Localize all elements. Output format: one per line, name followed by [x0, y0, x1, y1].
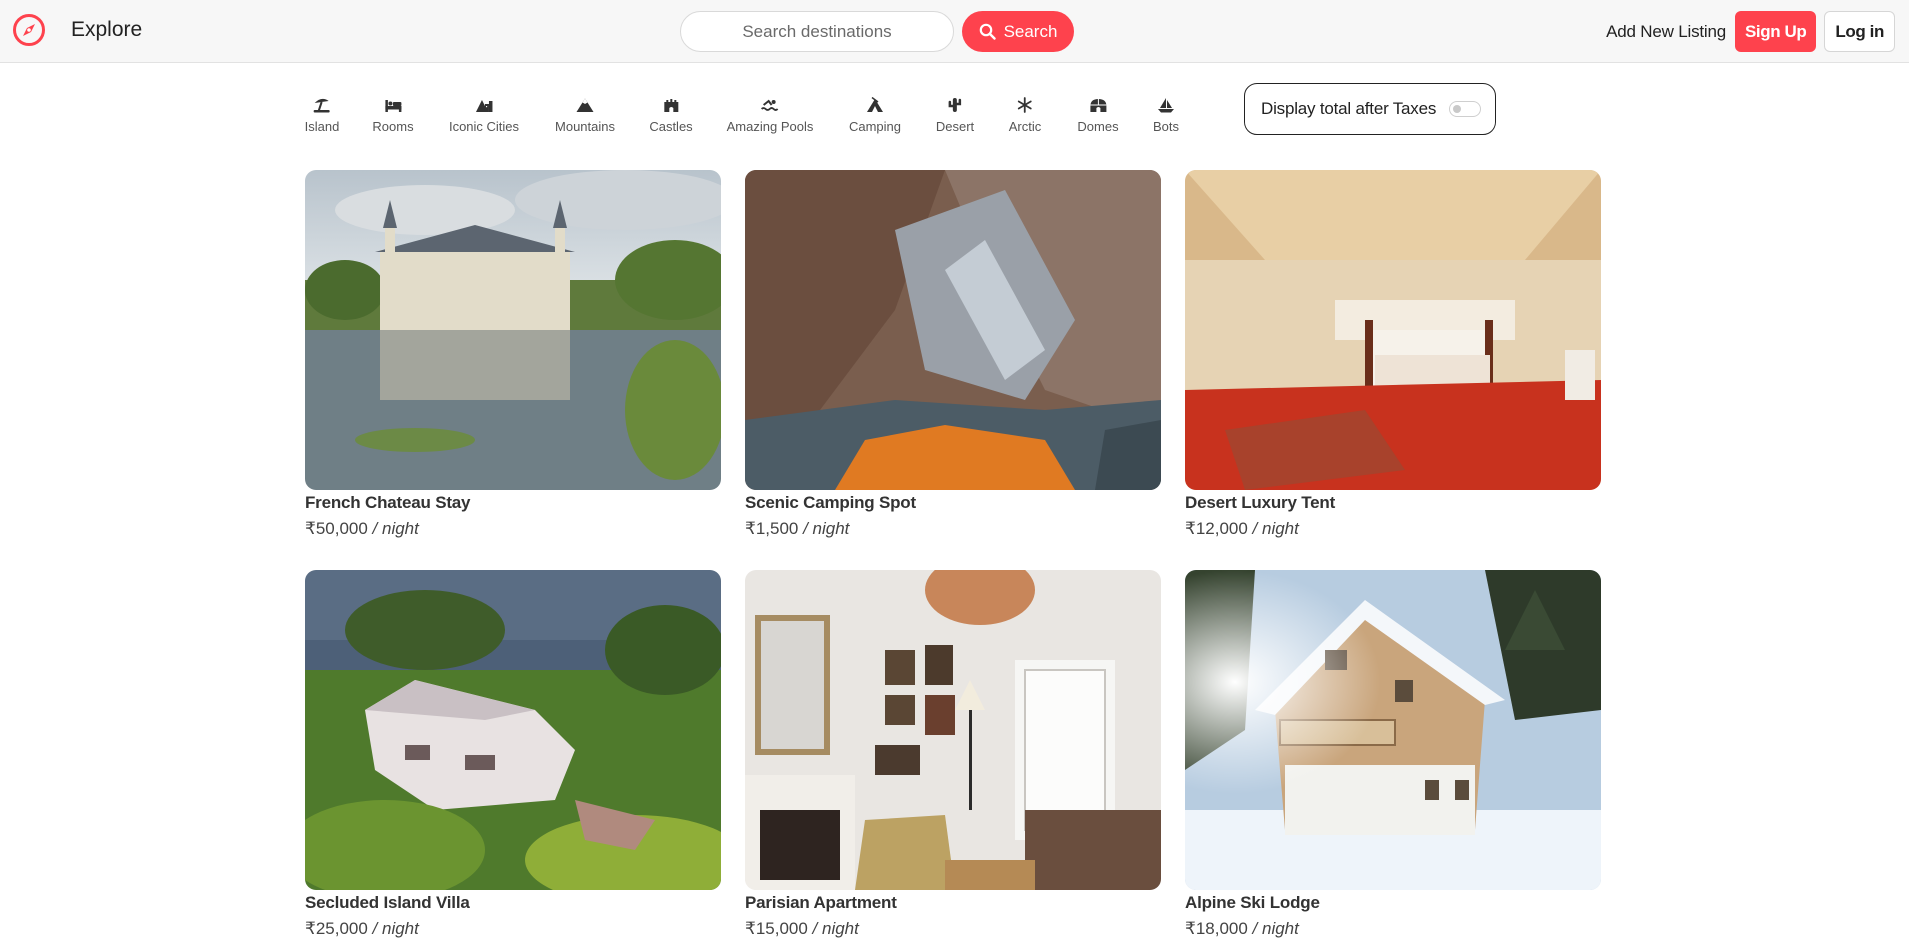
navbar: Explore Search Add New Listing Sign Up L… [0, 0, 1909, 63]
filter-label: Camping [848, 119, 902, 134]
castle-icon [663, 99, 678, 112]
filter-rooms[interactable]: Rooms [372, 97, 414, 134]
sign-up-button[interactable]: Sign Up [1734, 11, 1817, 52]
chateau-photo [305, 170, 721, 490]
price-amount: ₹1,500 [745, 519, 799, 538]
igloo-icon [1090, 99, 1106, 112]
filter-arctic[interactable]: Arctic [1008, 97, 1042, 134]
search-button-label: Search [1003, 21, 1058, 41]
filter-mountains[interactable]: Mountains [555, 97, 615, 134]
sailboat-icon [1157, 98, 1174, 113]
tent-interior-photo [1185, 170, 1601, 490]
search-button[interactable]: Search [962, 11, 1074, 52]
add-listing-link[interactable]: Add New Listing [1606, 22, 1726, 42]
listing-card[interactable]: Desert Luxury Tent ₹12,000 / night [1185, 170, 1601, 539]
tax-switch[interactable] [1449, 101, 1482, 117]
listing-title: Secluded Island Villa [305, 893, 470, 912]
price-unit: / night [1252, 919, 1299, 938]
filter-label: Mountains [555, 119, 615, 134]
filter-label: Iconic Cities [448, 119, 520, 134]
filter-camping[interactable]: Camping [849, 97, 901, 134]
filter-bots[interactable]: Bots [1153, 97, 1179, 134]
filter-label: Island [304, 119, 340, 134]
mountain-city-icon [475, 100, 493, 112]
filter-label: Castles [649, 119, 693, 134]
brand[interactable]: Explore [12, 13, 142, 47]
price-unit: / night [372, 919, 419, 938]
tax-toggle-label: Display total after Taxes [1261, 99, 1437, 118]
listing-price: ₹18,000 / night [1185, 919, 1601, 939]
filter-label: Amazing Pools [726, 119, 814, 134]
listing-card[interactable]: Parisian Apartment ₹15,000 / night [745, 570, 1161, 939]
mountain-camp-photo [745, 170, 1161, 490]
price-unit: / night [372, 519, 419, 538]
price-amount: ₹25,000 [305, 919, 368, 938]
brand-title[interactable]: Explore [71, 18, 142, 42]
price-amount: ₹50,000 [305, 519, 368, 538]
log-in-button[interactable]: Log in [1824, 11, 1895, 52]
nav-actions: Add New Listing Sign Up Log in [1606, 11, 1895, 52]
compass-icon [13, 14, 45, 46]
listing-card[interactable]: Secluded Island Villa ₹25,000 / night [305, 570, 721, 939]
filter-amazing-pools[interactable]: Amazing Pools [726, 97, 814, 134]
filter-label: Domes [1077, 119, 1119, 134]
filter-domes[interactable]: Domes [1077, 97, 1119, 134]
filter-label: Rooms [372, 119, 414, 134]
listing-title: Desert Luxury Tent [1185, 493, 1336, 512]
filter-iconic-cities[interactable]: Iconic Cities [449, 97, 519, 134]
listing-price: ₹25,000 / night [305, 919, 721, 939]
island-villa-photo [305, 570, 721, 890]
bed-icon [385, 100, 401, 112]
price-amount: ₹12,000 [1185, 519, 1248, 538]
filter-castles[interactable]: Castles [649, 97, 693, 134]
person-swimming-icon [761, 99, 779, 111]
search-icon [979, 23, 996, 40]
listing-price: ₹50,000 / night [305, 519, 721, 539]
umbrella-beach-icon [313, 98, 330, 113]
search-bar: Search [680, 11, 1074, 52]
listing-price: ₹15,000 / night [745, 919, 1161, 939]
campground-icon [867, 97, 883, 112]
apartment-interior-photo [745, 570, 1161, 890]
filter-island[interactable]: Island [304, 97, 340, 134]
filter-label: Bots [1152, 119, 1180, 134]
listing-title: Alpine Ski Lodge [1185, 893, 1320, 912]
listing-price: ₹1,500 / night [745, 519, 1161, 539]
mountain-icon [576, 98, 594, 112]
listing-title: French Chateau Stay [305, 493, 471, 512]
listing-title: Scenic Camping Spot [745, 493, 916, 512]
snowflake-icon [1018, 97, 1032, 113]
price-unit: / night [1252, 519, 1299, 538]
filter-desert[interactable]: Desert [936, 97, 974, 134]
filter-label: Arctic [1008, 119, 1042, 134]
search-input[interactable] [680, 11, 954, 52]
listing-card[interactable]: Scenic Camping Spot ₹1,500 / night [745, 170, 1161, 539]
listing-card[interactable]: French Chateau Stay ₹50,000 / night [305, 170, 721, 539]
listing-card[interactable]: Alpine Ski Lodge ₹18,000 / night [1185, 570, 1601, 939]
price-amount: ₹18,000 [1185, 919, 1248, 938]
price-unit: / night [803, 519, 850, 538]
listing-title: Parisian Apartment [745, 893, 897, 912]
price-unit: / night [812, 919, 859, 938]
listing-price: ₹12,000 / night [1185, 519, 1601, 539]
tax-toggle[interactable]: Display total after Taxes [1244, 83, 1496, 135]
ski-lodge-photo [1185, 570, 1601, 890]
price-amount: ₹15,000 [745, 919, 808, 938]
cactus-icon [948, 98, 962, 112]
filter-label: Desert [935, 119, 975, 134]
